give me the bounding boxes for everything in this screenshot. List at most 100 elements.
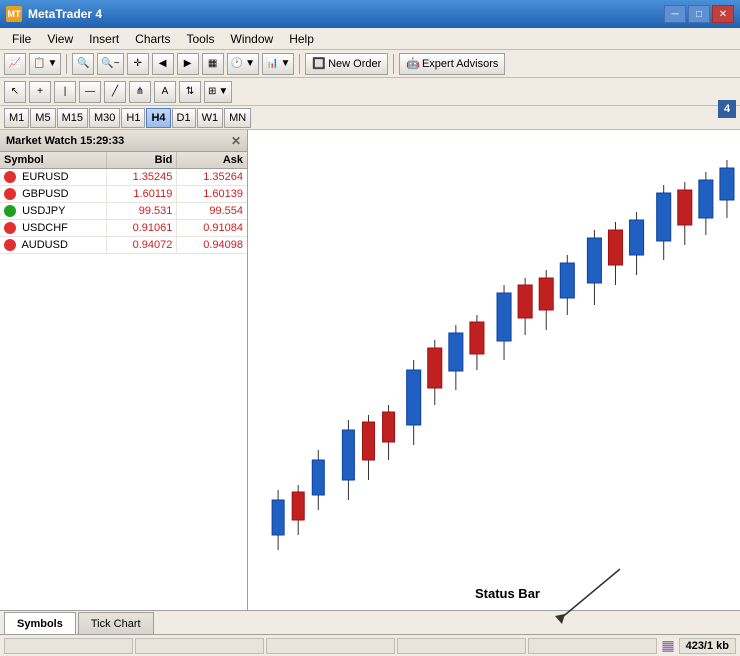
market-watch-panel: Market Watch 15:29:33 ✕ Symbol Bid Ask E… [0,130,248,610]
text-icon: A [162,86,169,97]
scroll-right-btn[interactable]: ▶ [177,53,199,75]
menu-charts[interactable]: Charts [127,30,178,48]
status-chart-icon: ▦ [661,637,674,654]
scroll-left-icon: ◀ [159,58,167,69]
ask-usdjpy: 99.554 [177,203,247,220]
arrows-btn[interactable]: ⇅ [179,81,201,103]
tf-m30[interactable]: M30 [89,108,120,128]
chart-type-icon: ▦ [208,58,217,69]
fib-icon: ⊞ [208,86,216,97]
zoom-in-btn[interactable]: 🔍 [72,53,94,75]
scroll-left-btn[interactable]: ◀ [152,53,174,75]
status-seg-3 [266,638,395,654]
menu-help[interactable]: Help [281,30,322,48]
maximize-button[interactable]: □ [688,5,710,23]
new-order-label: New Order [328,58,381,70]
pitchfork-icon: ⋔ [136,86,144,97]
table-row[interactable]: USDJPY 99.531 99.554 [0,203,247,220]
tf-h4[interactable]: H4 [146,108,170,128]
gbpusd-icon [4,188,16,200]
symbol-usdjpy: USDJPY [0,203,106,220]
tf-m15[interactable]: M15 [57,108,88,128]
table-row[interactable]: USDCHF 0.91061 0.91084 [0,220,247,237]
symbol-gbpusd: GBPUSD [0,186,106,203]
ask-usdchf: 0.91084 [177,220,247,237]
status-seg-4 [397,638,526,654]
eurusd-icon [4,171,16,183]
market-watch-table: Symbol Bid Ask EURUSD 1.35245 1.35264 [0,152,247,254]
tf-w1[interactable]: W1 [197,108,224,128]
fib-dropdown: ▼ [218,86,228,97]
app-icon: MT [6,6,22,22]
minimize-button[interactable]: ─ [664,5,686,23]
main-layout: Market Watch 15:29:33 ✕ Symbol Bid Ask E… [0,130,740,610]
status-seg-2 [135,638,264,654]
timeframe-bar: M1 M5 M15 M30 H1 H4 D1 W1 MN [0,106,740,130]
symbol-eurusd: EURUSD [0,169,106,186]
tf-m5[interactable]: M5 [30,108,55,128]
hline-icon: — [85,86,95,97]
tf-d1[interactable]: D1 [172,108,196,128]
table-row[interactable]: EURUSD 1.35245 1.35264 [0,169,247,186]
close-button[interactable]: ✕ [712,5,734,23]
window-controls[interactable]: ─ □ ✕ [664,5,734,23]
tf-m1[interactable]: M1 [4,108,29,128]
status-right: ▦ 423/1 kb [661,637,736,654]
sep-2 [299,54,300,74]
symbol-audusd: AUDUSD [0,237,106,254]
crosshair-icon: ✛ [133,58,141,69]
menu-insert[interactable]: Insert [81,30,127,48]
expert-advisors-btn[interactable]: 🤖 Expert Advisors [399,53,505,75]
market-watch-close[interactable]: ✕ [231,134,241,148]
table-row[interactable]: AUDUSD 0.94072 0.94098 [0,237,247,254]
status-seg-1 [4,638,133,654]
sep-1 [66,54,67,74]
zoom-out-btn[interactable]: 🔍− [97,53,123,75]
bid-usdjpy: 99.531 [106,203,177,220]
tab-symbols[interactable]: Symbols [4,612,76,634]
zoom-out-icon: 🔍− [101,58,119,69]
usdjpy-icon [4,205,16,217]
table-row[interactable]: GBPUSD 1.60119 1.60139 [0,186,247,203]
menu-view[interactable]: View [39,30,81,48]
vline-btn[interactable]: | [54,81,76,103]
indicators-btn[interactable]: 📊 ▼ [262,53,294,75]
tab-tick-chart[interactable]: Tick Chart [78,612,154,634]
expert-icon: 🤖 [406,57,420,70]
tf-h1[interactable]: H1 [121,108,145,128]
select-btn[interactable]: ↖ [4,81,26,103]
new-order-btn[interactable]: 🔲 New Order [305,53,388,75]
profile-icon: 📋 [33,58,45,69]
status-seg-5 [528,638,657,654]
market-watch-header: Market Watch 15:29:33 ✕ [0,130,247,152]
menu-file[interactable]: File [4,30,39,48]
title-bar: MT MetaTrader 4 ─ □ ✕ [0,0,740,28]
fib-btn[interactable]: ⊞ ▼ [204,81,232,103]
status-bar: ▦ 423/1 kb [0,634,740,656]
status-info: 423/1 kb [679,638,736,654]
profile-btn[interactable]: 📋 ▼ [29,53,61,75]
period-btn[interactable]: 🕐 ▼ [227,53,259,75]
ask-eurusd: 1.35264 [177,169,247,186]
dropdown-icon: ▼ [47,58,57,69]
trendline-icon: ╱ [112,86,118,97]
period-dropdown-icon: ▼ [245,58,255,69]
trendline-btn[interactable]: ╱ [104,81,126,103]
crosshair2-btn[interactable]: + [29,81,51,103]
menu-tools[interactable]: Tools [179,30,223,48]
tf-mn[interactable]: MN [224,108,251,128]
pitchfork-btn[interactable]: ⋔ [129,81,151,103]
new-chart-btn[interactable]: 📈 [4,53,26,75]
crosshair-btn[interactable]: ✛ [127,53,149,75]
bottom-tabs: Symbols Tick Chart [0,610,740,634]
hline-btn[interactable]: — [79,81,101,103]
col-symbol: Symbol [0,152,106,169]
chart-area[interactable] [248,130,740,610]
ind-dropdown-icon: ▼ [280,58,290,69]
text-btn[interactable]: A [154,81,176,103]
menu-window[interactable]: Window [223,30,282,48]
badge-number: 4 [718,100,736,118]
zoom-in-icon: 🔍 [77,58,89,69]
chart-type-btn[interactable]: ▦ [202,53,224,75]
toolbar-row-1: 📈 📋 ▼ 🔍 🔍− ✛ ◀ ▶ ▦ 🕐 ▼ 📊 ▼ 🔲 New Order 🤖… [0,50,740,78]
